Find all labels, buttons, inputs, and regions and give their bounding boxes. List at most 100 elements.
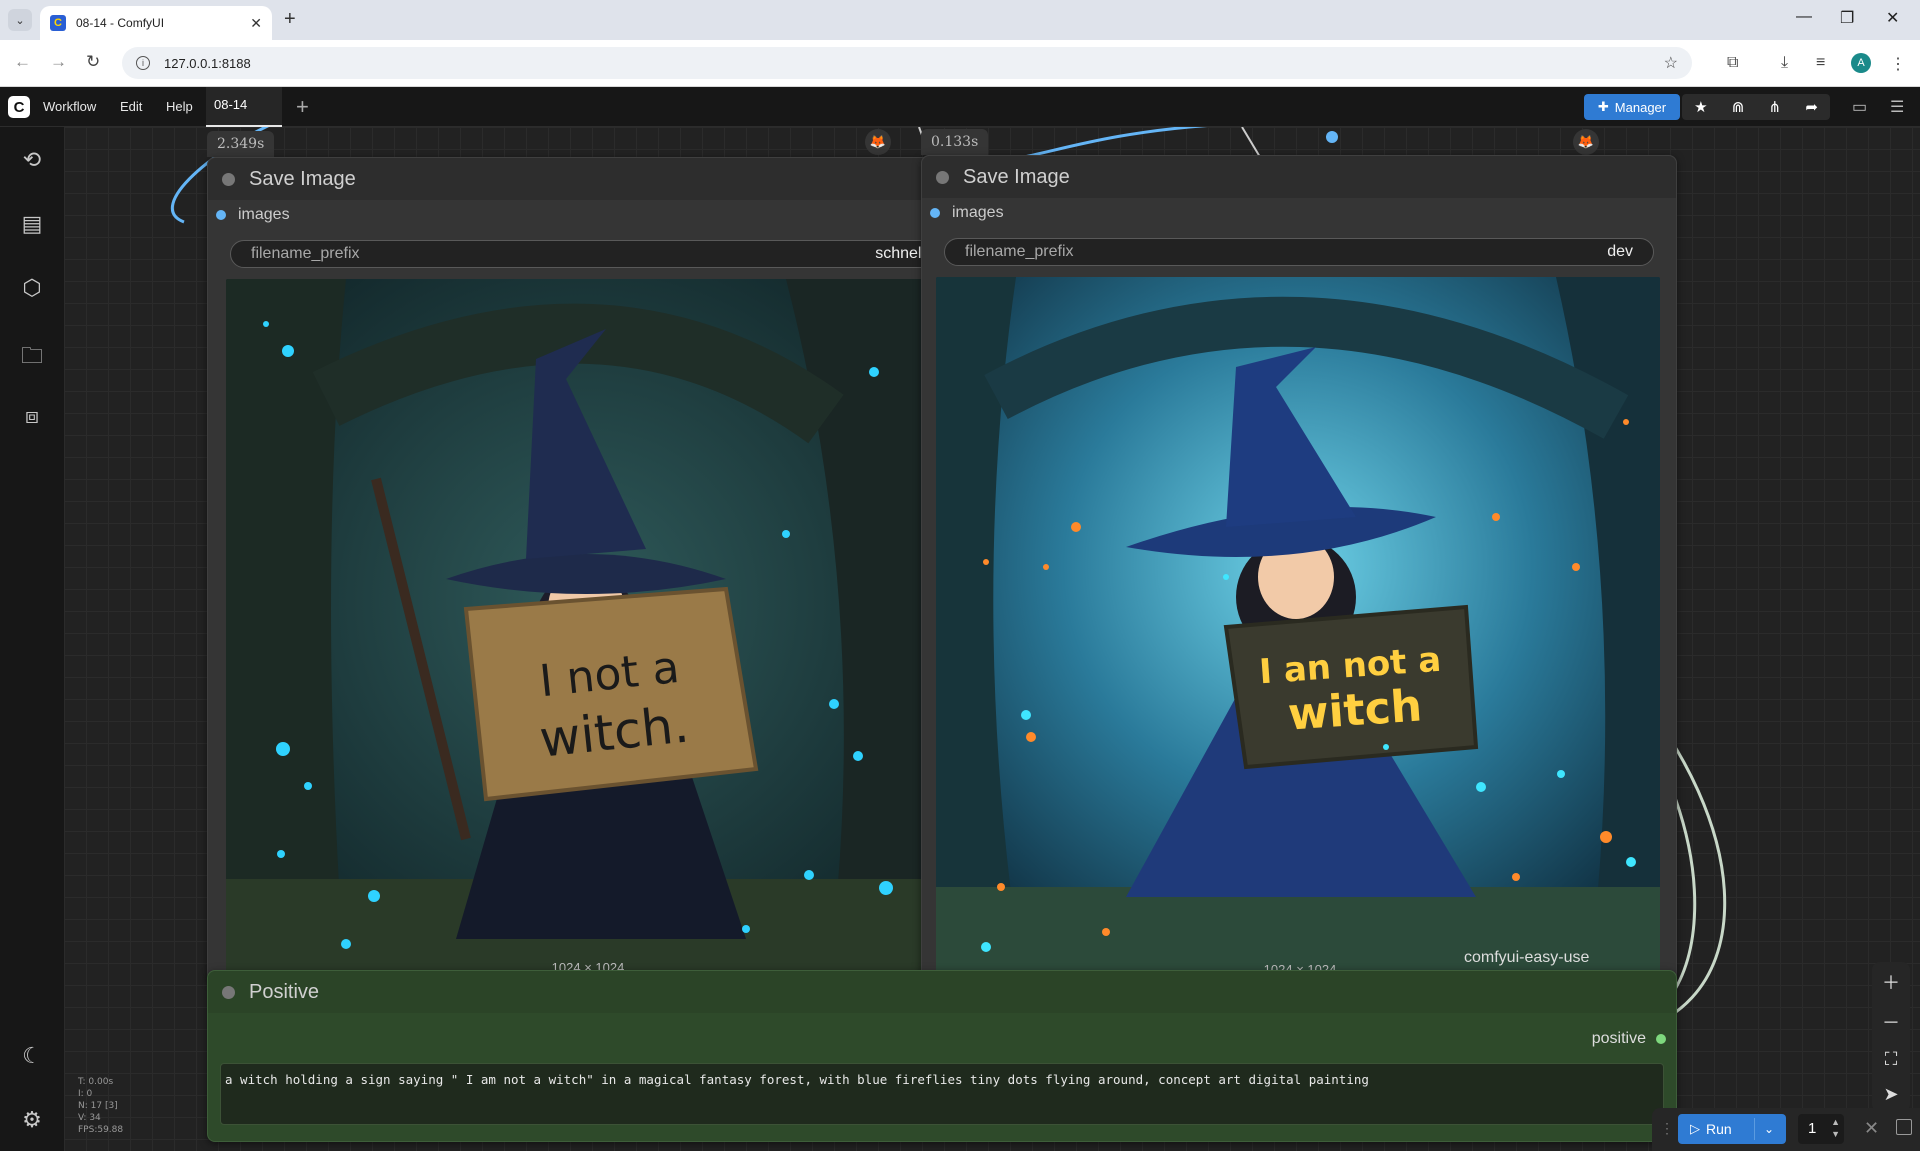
canvas-zoom-toolbar: ＋ － ⛶ ➤ xyxy=(1872,962,1910,1112)
browser-menu-icon[interactable]: ⋮ xyxy=(1890,54,1906,74)
execution-time-badge: 0.133s xyxy=(921,129,989,155)
collapse-dot-icon[interactable] xyxy=(222,172,235,186)
cancel-queue-icon[interactable]: ✕ xyxy=(1864,1118,1879,1139)
output-dot-icon xyxy=(1656,1034,1666,1044)
settings-gear-icon[interactable]: ⚙ xyxy=(20,1107,44,1133)
hidden-node-label: comfyui-easy-use xyxy=(1464,949,1590,966)
forward-icon[interactable]: → xyxy=(50,52,67,72)
run-button[interactable]: ▷ Run ⌄ xyxy=(1678,1114,1786,1144)
canvas-stats: T: 0.00s I: 0 N: 17 [3] V: 34 FPS:59.88 xyxy=(78,1076,123,1136)
back-icon[interactable]: ← xyxy=(14,52,31,72)
slot-label: positive xyxy=(1591,1030,1646,1047)
window-close-icon[interactable]: ✕ xyxy=(1886,8,1899,28)
filename-prefix-widget[interactable]: filename_prefix schnell xyxy=(230,240,946,268)
bookmark-star-icon[interactable]: ☆ xyxy=(1664,53,1678,73)
share-icon[interactable]: ➦ xyxy=(1805,98,1818,116)
pointer-mode-icon[interactable]: ➤ xyxy=(1883,1084,1898,1105)
hamburger-menu-icon[interactable]: ☰ xyxy=(1890,97,1904,117)
node-header[interactable]: Save Image xyxy=(208,158,966,200)
manager-button[interactable]: ✚ Manager xyxy=(1584,94,1680,120)
url-text: 127.0.0.1:8188 xyxy=(164,55,251,71)
menu-workflow[interactable]: Workflow xyxy=(43,99,96,114)
node-library-icon[interactable]: ⧈ xyxy=(20,403,44,429)
tab-search-dropdown[interactable]: ⌄ xyxy=(8,9,32,31)
model-library-icon[interactable]: ⬡ xyxy=(20,275,44,301)
widget-value: dev xyxy=(1607,243,1633,260)
minimize-icon[interactable]: — xyxy=(1796,8,1812,26)
collapse-dot-icon[interactable] xyxy=(222,985,235,999)
queue-panel-icon[interactable] xyxy=(1896,1119,1912,1135)
output-image-dev: I an not a witch xyxy=(936,277,1660,1000)
history-icon[interactable]: ⟲ xyxy=(20,147,44,173)
workflow-tab[interactable]: 08-14 xyxy=(206,87,282,127)
zoom-out-icon[interactable]: － xyxy=(1882,1009,1900,1035)
fox-badge-icon: 🦊 xyxy=(865,129,891,155)
stat-v: V: 34 xyxy=(78,1113,101,1123)
extensions-icon[interactable]: ⧉ xyxy=(1727,54,1738,72)
positive-output-slot[interactable]: positive xyxy=(1592,1030,1666,1048)
reading-list-icon[interactable]: ≡ xyxy=(1816,54,1825,72)
profile-avatar[interactable]: A xyxy=(1851,53,1871,73)
images-input-slot[interactable]: images xyxy=(216,206,290,224)
toggle-panel-icon[interactable]: ▭ xyxy=(1852,97,1867,117)
reload-icon[interactable]: ↻ xyxy=(86,52,100,72)
run-options-chevron-icon[interactable]: ⌄ xyxy=(1764,1122,1774,1136)
play-icon: ▷ xyxy=(1690,1121,1700,1136)
widget-name: filename_prefix xyxy=(251,245,360,262)
comfy-menubar: C Workflow Edit Help 08-14 + ✚ Manager ★… xyxy=(0,87,1920,127)
new-tab-button[interactable]: + xyxy=(284,8,296,31)
tab-title: 08-14 - ComfyUI xyxy=(76,16,165,30)
browser-toolbar: ← → ↻ i 127.0.0.1:8188 ☆ ⧉ ⤓ ≡ A ⋮ xyxy=(0,40,1920,87)
stat-fps: FPS:59.88 xyxy=(78,1125,124,1135)
fox-badge-icon: 🦊 xyxy=(1573,129,1599,155)
menu-help[interactable]: Help xyxy=(166,99,193,114)
images-input-slot[interactable]: images xyxy=(930,204,1004,222)
queue-list-icon[interactable]: ▤ xyxy=(20,211,44,237)
top-action-group: ★ ⋒ ⋔ ➦ xyxy=(1682,94,1830,120)
execution-time-badge: 2.349s xyxy=(207,131,275,157)
input-dot-icon xyxy=(930,208,940,218)
collapse-dot-icon[interactable] xyxy=(936,170,949,184)
browser-tab[interactable]: C 08-14 - ComfyUI ✕ xyxy=(40,6,272,40)
theme-moon-icon[interactable]: ☾ xyxy=(20,1043,44,1069)
manager-label: Manager xyxy=(1614,99,1667,115)
stat-time: T: 0.00s xyxy=(78,1077,114,1087)
star-icon[interactable]: ★ xyxy=(1694,98,1707,116)
filename-prefix-widget[interactable]: filename_prefix dev xyxy=(944,238,1654,266)
run-toolbar: ⋮⋮ ▷ Run ⌄ 1 ▲ ▼ ✕ xyxy=(1652,1108,1920,1151)
node-header[interactable]: Positive xyxy=(208,971,1676,1013)
batch-count-input[interactable]: 1 ▲ ▼ xyxy=(1798,1114,1844,1144)
witch-image-schnell: I not a witch. xyxy=(226,279,944,995)
comfy-logo-icon[interactable]: C xyxy=(8,96,30,118)
positive-prompt-node[interactable]: Positive positive a witch holding a sign… xyxy=(207,970,1677,1142)
menu-edit[interactable]: Edit xyxy=(120,99,142,114)
stepper-arrows-icon[interactable]: ▲ ▼ xyxy=(1831,1116,1840,1140)
model-download-icon[interactable]: ⋔ xyxy=(1769,98,1782,116)
browser-tab-strip: ⌄ C 08-14 - ComfyUI ✕ + — ❐ ✕ xyxy=(0,0,1920,40)
close-tab-icon[interactable]: ✕ xyxy=(250,15,262,32)
zoom-in-icon[interactable]: ＋ xyxy=(1882,969,1900,995)
download-icon[interactable]: ⤓ xyxy=(1781,54,1788,72)
prompt-textarea[interactable]: a witch holding a sign saying " I am not… xyxy=(220,1063,1664,1125)
address-bar[interactable]: i 127.0.0.1:8188 ☆ xyxy=(122,47,1692,79)
node-title: Save Image xyxy=(963,165,1070,188)
restore-icon[interactable]: ❐ xyxy=(1840,8,1854,28)
node-title: Positive xyxy=(249,980,320,1003)
save-image-node-right[interactable]: Save Image images filename_prefix dev I … xyxy=(921,155,1677,1000)
widget-name: filename_prefix xyxy=(965,243,1074,260)
add-workflow-button[interactable]: + xyxy=(296,94,309,120)
sign-text-line2: witch xyxy=(1286,680,1423,740)
run-label: Run xyxy=(1706,1121,1732,1137)
slot-label: images xyxy=(952,204,1004,221)
slot-label: images xyxy=(238,206,290,223)
save-image-node-left[interactable]: Save Image images filename_prefix schnel… xyxy=(207,157,967,995)
node-header[interactable]: Save Image xyxy=(922,156,1676,198)
graph-canvas[interactable]: 2.349s 🦊 Save Image images filename_pref… xyxy=(64,127,1920,1151)
output-image-schnell: I not a witch. xyxy=(226,279,944,995)
workflows-folder-icon[interactable]: 🗀 xyxy=(20,339,44,377)
left-sidebar: ⟲ ▤ ⬡ 🗀 ⧈ ☾ ⚙ xyxy=(0,127,64,1151)
puzzle-icon: ✚ xyxy=(1597,99,1609,114)
fit-view-icon[interactable]: ⛶ xyxy=(1885,1049,1898,1070)
model-manager-icon[interactable]: ⋒ xyxy=(1732,98,1745,116)
site-info-icon[interactable]: i xyxy=(136,56,150,70)
